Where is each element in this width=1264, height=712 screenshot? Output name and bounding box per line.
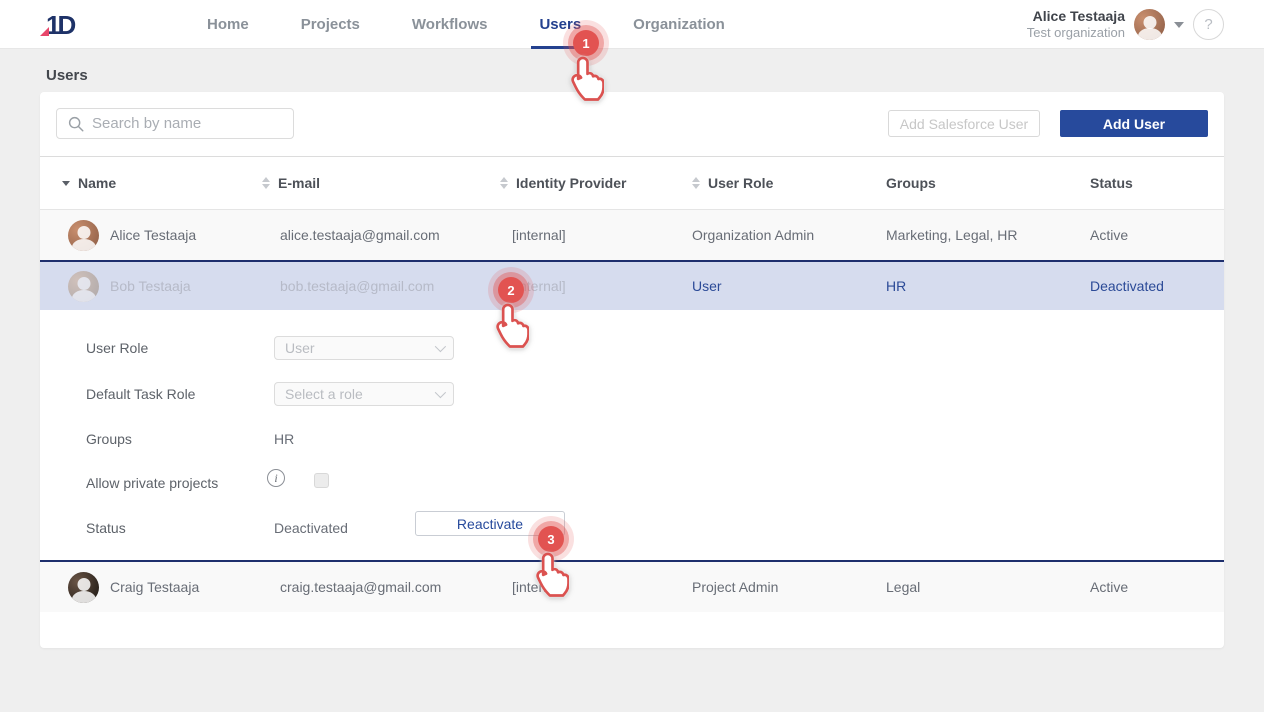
user-detail-panel: User Role User Default Task Role Select …	[40, 310, 1224, 562]
nav-item-home[interactable]: Home	[181, 0, 275, 49]
chevron-down-icon	[435, 386, 446, 397]
identity-provider-cell: [internal]	[500, 579, 692, 595]
nav-item-organization[interactable]: Organization	[607, 0, 751, 49]
question-mark-icon: ?	[1204, 16, 1212, 33]
user-avatar	[68, 271, 99, 302]
detail-row-default-task-role: Default Task Role Select a role	[40, 381, 1224, 406]
nav-item-projects[interactable]: Projects	[275, 0, 386, 49]
column-header-status: Status	[1090, 175, 1224, 191]
nav-user-info: Alice Testaaja Test organization	[1027, 8, 1125, 42]
nav-item-users[interactable]: Users	[513, 0, 607, 49]
sort-icon	[692, 177, 700, 189]
groups-cell: Marketing, Legal, HR	[886, 227, 1090, 243]
user-role-cell: Project Admin	[692, 579, 886, 595]
current-user-avatar[interactable]	[1134, 9, 1165, 40]
column-header-email[interactable]: E-mail	[262, 175, 500, 191]
detail-row-groups: Groups HR	[40, 426, 1224, 451]
app-logo[interactable]: 1D	[38, 8, 84, 42]
user-avatar	[68, 220, 99, 251]
identity-provider-cell: [internal]	[500, 227, 692, 243]
column-header-name[interactable]: Name	[62, 175, 262, 191]
status-cell: Active	[1090, 227, 1224, 243]
user-role-label: User Role	[86, 340, 148, 356]
default-task-role-label: Default Task Role	[86, 386, 195, 402]
info-icon[interactable]: i	[267, 469, 285, 487]
default-task-role-select[interactable]: Select a role	[274, 382, 454, 406]
add-salesforce-user-button[interactable]: Add Salesforce User	[888, 110, 1040, 137]
user-role-cell: User	[692, 278, 886, 294]
reactivate-button[interactable]: Reactivate	[415, 511, 565, 536]
table-row-alice[interactable]: Alice Testaaja alice.testaaja@gmail.com …	[40, 210, 1224, 260]
table-row-bob-selected[interactable]: Bob Testaaja bob.testaaja@gmail.com [int…	[40, 260, 1224, 310]
status-cell: Deactivated	[1090, 278, 1224, 294]
sort-desc-icon	[62, 181, 70, 186]
user-email-cell: craig.testaaja@gmail.com	[262, 579, 500, 595]
user-email-cell: alice.testaaja@gmail.com	[262, 227, 500, 243]
groups-label: Groups	[86, 431, 132, 447]
chevron-down-icon	[435, 340, 446, 351]
groups-cell: HR	[886, 278, 1090, 294]
search-box[interactable]	[56, 108, 294, 139]
table-row-craig[interactable]: Craig Testaaja craig.testaaja@gmail.com …	[40, 562, 1224, 612]
add-user-button[interactable]: Add User	[1060, 110, 1208, 137]
status-label: Status	[86, 520, 126, 536]
allow-private-projects-label: Allow private projects	[86, 475, 218, 491]
nav-item-workflows[interactable]: Workflows	[386, 0, 514, 49]
detail-row-allow-private: Allow private projects i	[40, 470, 1224, 495]
user-menu-caret-icon[interactable]	[1174, 22, 1184, 28]
user-role-select[interactable]: User	[274, 336, 454, 360]
page-title: Users	[46, 67, 88, 84]
table-header: Name E-mail Identity Provider User Role …	[40, 156, 1224, 210]
search-icon	[67, 115, 85, 133]
nav-user-area: Alice Testaaja Test organization ?	[1027, 0, 1224, 49]
current-user-org: Test organization	[1027, 25, 1125, 41]
allow-private-projects-checkbox[interactable]	[314, 473, 329, 488]
user-name-cell: Bob Testaaja	[62, 271, 262, 302]
status-value: Deactivated	[274, 520, 348, 536]
top-nav-bar: 1D Home Projects Workflows Users Organiz…	[0, 0, 1264, 49]
detail-row-status: Status Deactivated Reactivate	[40, 515, 1224, 540]
users-card: Add Salesforce User Add User Name E-mail…	[40, 92, 1224, 648]
user-name-cell: Alice Testaaja	[62, 220, 262, 251]
status-cell: Active	[1090, 579, 1224, 595]
column-header-user-role[interactable]: User Role	[692, 175, 886, 191]
user-avatar	[68, 572, 99, 603]
user-name-cell: Craig Testaaja	[62, 572, 262, 603]
user-email-cell: bob.testaaja@gmail.com	[262, 278, 500, 294]
help-button[interactable]: ?	[1193, 9, 1224, 40]
user-role-cell: Organization Admin	[692, 227, 886, 243]
current-user-name: Alice Testaaja	[1027, 8, 1125, 26]
identity-provider-cell: [internal]	[500, 278, 692, 294]
sort-icon	[262, 177, 270, 189]
logo-text: 1D	[38, 8, 84, 42]
column-header-identity-provider[interactable]: Identity Provider	[500, 175, 692, 191]
detail-row-user-role: User Role User	[40, 335, 1224, 360]
column-header-groups: Groups	[886, 175, 1090, 191]
sort-icon	[500, 177, 508, 189]
groups-value: HR	[274, 431, 294, 447]
main-nav: Home Projects Workflows Users Organizati…	[181, 0, 751, 49]
logo-accent-icon	[40, 27, 49, 36]
groups-cell: Legal	[886, 579, 1090, 595]
search-input[interactable]	[92, 115, 293, 132]
